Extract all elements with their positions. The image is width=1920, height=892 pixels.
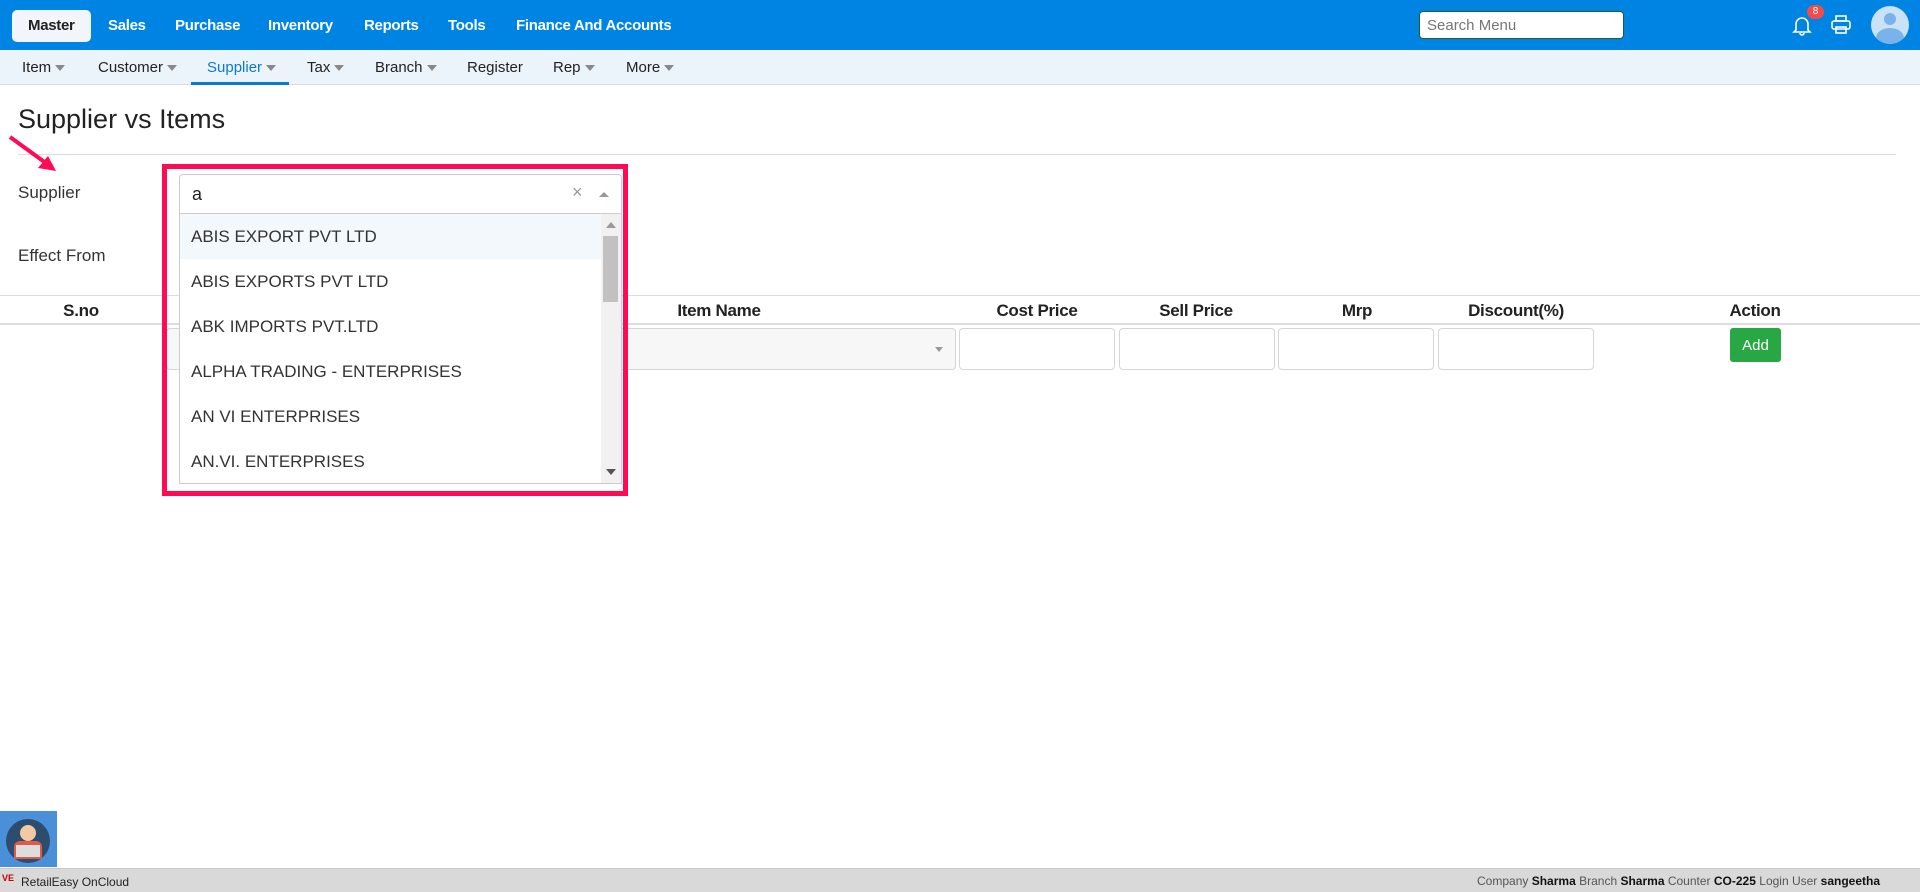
counter-value: CO-225 — [1713, 874, 1756, 888]
page-title: Supplier vs Items — [18, 104, 226, 134]
subnav-rep[interactable]: Rep — [553, 50, 595, 85]
dropdown-option[interactable]: ABIS EXPORTS PVT LTD — [180, 259, 601, 304]
supplier-select[interactable]: a × — [179, 174, 622, 214]
subnav-branch[interactable]: Branch — [375, 50, 437, 85]
header-action: Action — [1729, 301, 1781, 320]
scrollbar[interactable] — [601, 214, 621, 483]
subnav-label: Supplier — [207, 59, 263, 76]
scroll-up-icon[interactable] — [606, 222, 616, 228]
user-avatar[interactable] — [1871, 6, 1909, 44]
login-user-value: sangeetha — [1820, 874, 1880, 888]
counter-label: Counter — [1667, 874, 1711, 888]
nav-inventory[interactable]: Inventory — [268, 10, 333, 42]
subnav-label: Register — [467, 59, 523, 76]
caret-up-icon[interactable] — [599, 192, 609, 197]
header-sell-price: Sell Price — [1159, 301, 1233, 320]
branch-label: Branch — [1579, 874, 1618, 888]
subnav-label: Branch — [375, 59, 423, 76]
nav-sales[interactable]: Sales — [108, 10, 146, 42]
caret-down-icon — [266, 65, 277, 72]
supplier-label: Supplier — [18, 183, 81, 202]
supplier-search-value[interactable]: a — [192, 184, 202, 205]
header-mrp: Mrp — [1341, 301, 1373, 320]
login-user-label: Login User — [1759, 874, 1818, 888]
nav-finance-and-accounts[interactable]: Finance And Accounts — [516, 10, 672, 42]
subnav-tax[interactable]: Tax — [307, 50, 345, 85]
caret-down-icon — [334, 65, 345, 72]
nav-reports[interactable]: Reports — [364, 10, 419, 42]
header-sno: S.no — [63, 301, 99, 320]
nav-tools[interactable]: Tools — [448, 10, 486, 42]
notification-badge: 8 — [1807, 5, 1824, 19]
header-discount: Discount(%) — [1468, 301, 1564, 320]
header-item-name: Item Name — [677, 301, 761, 320]
search-menu-input[interactable] — [1419, 11, 1624, 39]
dropdown-option[interactable]: ABK IMPORTS PVT.LTD — [180, 304, 601, 349]
divider — [18, 154, 1896, 155]
dropdown-option[interactable]: AN VI ENTERPRISES — [180, 394, 601, 439]
subnav-label: Rep — [553, 59, 581, 76]
app-name: RetailEasy OnCloud — [21, 875, 130, 889]
subnav-customer[interactable]: Customer — [98, 50, 178, 85]
subnav-label: Tax — [307, 59, 331, 76]
sub-navbar: Item Customer Supplier Tax Branch Regist… — [0, 50, 1920, 85]
active-tab-underline — [191, 82, 289, 85]
company-value: Sharma — [1531, 874, 1576, 888]
add-button[interactable]: Add — [1730, 328, 1781, 362]
session-info: Company Sharma Branch Sharma Counter CO-… — [1477, 874, 1880, 888]
caret-down-icon — [584, 65, 595, 72]
header-cost-price: Cost Price — [996, 301, 1078, 320]
support-chatbot-icon[interactable] — [0, 811, 57, 867]
printer-icon[interactable] — [1830, 15, 1852, 40]
subnav-item[interactable]: Item — [22, 50, 66, 85]
cost-price-input[interactable] — [959, 328, 1115, 370]
subnav-supplier[interactable]: Supplier — [207, 50, 277, 85]
dropdown-option[interactable]: AN.VI. ENTERPRISES — [180, 439, 601, 483]
scrollbar-thumb[interactable] — [603, 236, 618, 302]
dropdown-option[interactable]: ABIS EXPORT PVT LTD — [180, 214, 601, 259]
effect-from-label: Effect From — [18, 246, 106, 265]
annotation-arrow-icon — [8, 135, 56, 171]
subnav-more[interactable]: More — [626, 50, 675, 85]
app-logo-icon: VE — [2, 873, 15, 883]
caret-down-icon — [167, 65, 178, 72]
caret-down-icon — [55, 65, 66, 72]
mrp-input[interactable] — [1278, 328, 1434, 370]
supplier-dropdown-list: ABIS EXPORT PVT LTD ABIS EXPORTS PVT LTD… — [179, 214, 622, 484]
company-label: Company — [1477, 874, 1529, 888]
nav-master[interactable]: Master — [12, 10, 91, 42]
branch-value: Sharma — [1620, 874, 1665, 888]
caret-down-icon — [426, 65, 437, 72]
clear-icon[interactable]: × — [572, 182, 583, 203]
subnav-label: More — [626, 59, 661, 76]
status-bar: VE RetailEasy OnCloud Company Sharma Bra… — [0, 868, 1920, 892]
caret-down-icon — [935, 347, 943, 352]
dropdown-option[interactable]: ALPHA TRADING - ENTERPRISES — [180, 349, 601, 394]
caret-down-icon — [664, 65, 675, 72]
scroll-down-icon[interactable] — [606, 469, 616, 475]
nav-purchase[interactable]: Purchase — [175, 10, 240, 42]
top-navbar: Master Sales Purchase Inventory Reports … — [0, 0, 1920, 50]
subnav-label: Item — [22, 59, 52, 76]
sell-price-input[interactable] — [1119, 328, 1275, 370]
discount-input[interactable] — [1438, 328, 1594, 370]
subnav-label: Customer — [98, 59, 164, 76]
subnav-register[interactable]: Register — [467, 50, 523, 85]
